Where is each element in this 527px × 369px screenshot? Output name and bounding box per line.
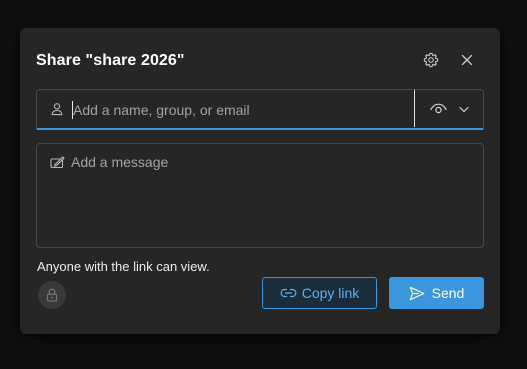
person-icon	[51, 103, 63, 116]
close-icon	[461, 54, 473, 66]
settings-button[interactable]	[418, 48, 444, 72]
edit-message-icon	[50, 156, 65, 169]
lock-icon	[46, 288, 58, 302]
link-icon	[280, 288, 297, 298]
dialog-title: Share "share 2026"	[36, 52, 185, 69]
field-divider	[414, 90, 415, 127]
message-input[interactable]	[71, 154, 475, 242]
eye-icon	[429, 103, 447, 114]
gear-icon	[423, 52, 439, 68]
recipient-field[interactable]	[36, 89, 484, 130]
share-dialog: Share "share 2026" Add a name, group, or…	[20, 28, 500, 334]
copy-link-label: Copy link	[301, 285, 360, 301]
permission-dropdown[interactable]	[421, 94, 477, 124]
message-field[interactable]	[36, 143, 484, 248]
close-button[interactable]	[454, 48, 480, 72]
recipient-input[interactable]	[73, 98, 403, 122]
link-settings-button[interactable]	[38, 281, 66, 309]
link-permission-text: Anyone with the link can view.	[37, 259, 210, 274]
copy-link-button[interactable]: Copy link	[262, 277, 377, 309]
send-button[interactable]: Send	[389, 277, 484, 309]
send-icon	[409, 286, 425, 300]
chevron-down-icon	[458, 106, 469, 112]
send-label: Send	[431, 285, 465, 301]
